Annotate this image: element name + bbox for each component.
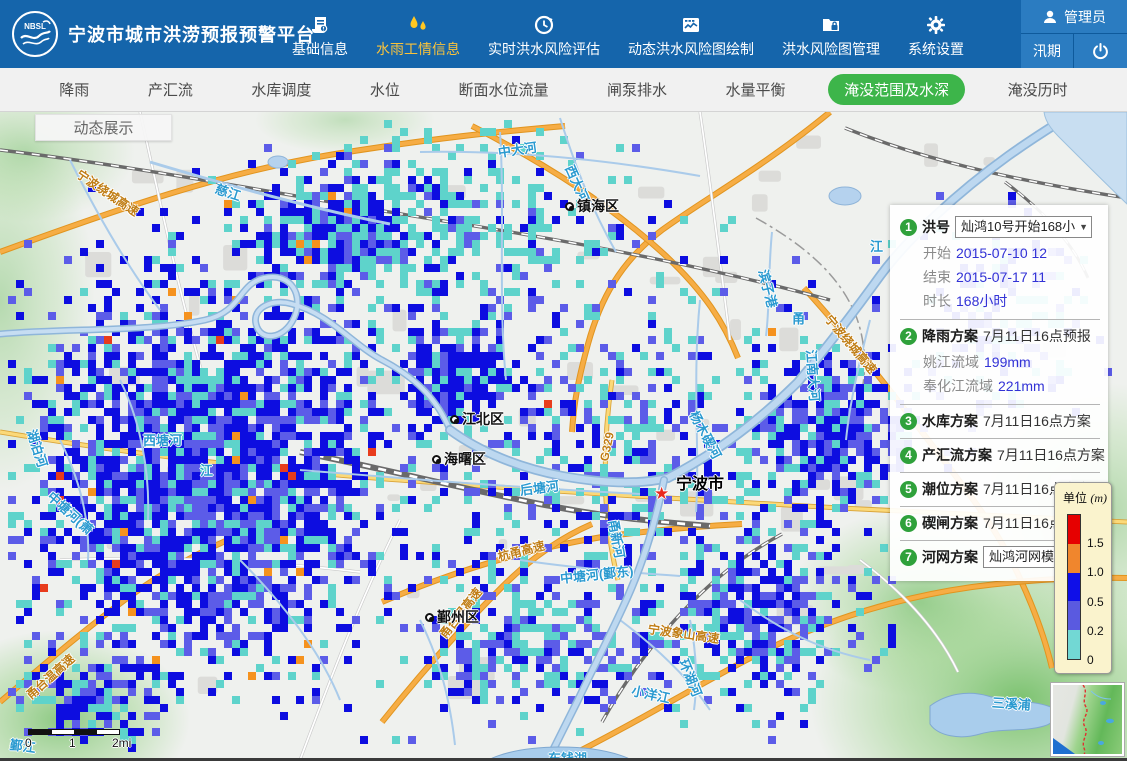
nav-label: 洪水风险图管理 bbox=[782, 39, 880, 59]
tab-water-balance[interactable]: 水量平衡 bbox=[710, 74, 802, 105]
minimap-collapse-button[interactable] bbox=[1053, 738, 1075, 754]
step-badge: 2 bbox=[900, 328, 917, 345]
user-label: 管理员 bbox=[1064, 7, 1106, 27]
app-header: NBSL 宁波市城市洪涝预报预警平台 基础信息 水雨工情信息 实时洪水风险评 bbox=[0, 0, 1127, 68]
map-canvas[interactable]: 中大河西大河慈江滨子港江甬江南大河湖泊河中塘河(萧西塘河江后塘河甬新河杨木碶河中… bbox=[0, 112, 1127, 761]
flood-season-button[interactable]: 汛期 bbox=[1021, 34, 1073, 68]
tab-section-stage-flow[interactable]: 断面水位流量 bbox=[442, 74, 564, 105]
minimap-boundary bbox=[1083, 685, 1087, 756]
folder-lock-icon bbox=[821, 13, 841, 35]
map-scale-bar: 0 1 2mi bbox=[28, 729, 120, 749]
chevron-down-icon: ▼ bbox=[1079, 216, 1088, 238]
app-logo: NBSL bbox=[12, 11, 58, 57]
river-label: 三溪浦 bbox=[991, 692, 1031, 714]
header-right-controls: 管理员 汛期 bbox=[1021, 0, 1127, 68]
clock-icon bbox=[534, 13, 554, 35]
fenghuajiang-rainfall-row: 奉化江流域221mm bbox=[923, 374, 1100, 398]
end-time-row: 结束2015-07-17 11 bbox=[923, 265, 1100, 289]
nav-label: 水雨工情信息 bbox=[376, 39, 460, 59]
tab-reservoir-dispatch[interactable]: 水库调度 bbox=[235, 74, 327, 105]
city-label: 宁波市 bbox=[676, 470, 724, 494]
district-marker-icon bbox=[450, 415, 459, 424]
legend-color-bar bbox=[1067, 514, 1081, 660]
scale-label-2: 2mi bbox=[112, 736, 131, 750]
step-badge: 7 bbox=[900, 549, 917, 566]
district-label: 江北区 bbox=[450, 409, 504, 429]
step-badge: 5 bbox=[900, 481, 917, 498]
power-icon bbox=[1092, 43, 1109, 60]
tab-rainfall[interactable]: 降雨 bbox=[43, 74, 105, 105]
step-badge: 3 bbox=[900, 413, 917, 430]
flood-number-select[interactable]: 灿鸿10号开始168小▼ bbox=[955, 216, 1092, 238]
city-star-icon: ★ bbox=[654, 484, 669, 504]
scale-label-1: 1 bbox=[69, 736, 76, 750]
start-time-row: 开始2015-07-10 12 bbox=[923, 241, 1100, 265]
river-label: 江 bbox=[200, 460, 213, 479]
chart-window-icon bbox=[681, 13, 701, 35]
brand: NBSL 宁波市城市洪涝预报预警平台 bbox=[0, 11, 278, 57]
legend-title: 单位 (m) bbox=[1063, 489, 1111, 506]
logo-text: NBSL bbox=[24, 22, 46, 31]
district-marker-icon bbox=[432, 455, 441, 464]
logout-button[interactable] bbox=[1074, 34, 1127, 68]
tab-inundation-extent-depth[interactable]: 淹没范围及水深 bbox=[828, 74, 965, 105]
nav-dynamic-flood-map[interactable]: 动态洪水风险图绘制 bbox=[628, 13, 754, 59]
nav-label: 系统设置 bbox=[908, 39, 964, 59]
nav-label: 实时洪水风险评估 bbox=[488, 39, 600, 59]
district-marker-icon bbox=[425, 613, 434, 622]
district-label: 鄞州区 bbox=[425, 607, 479, 627]
scale-label-0: 0 bbox=[25, 736, 32, 750]
step-badge: 6 bbox=[900, 515, 917, 532]
tab-gate-pump-drainage[interactable]: 闸泵排水 bbox=[591, 74, 683, 105]
river-label: 江 bbox=[870, 236, 883, 255]
document-icon bbox=[310, 13, 330, 35]
district-label: 镇海区 bbox=[565, 196, 619, 216]
tab-runoff[interactable]: 产汇流 bbox=[132, 74, 209, 105]
yaojiang-rainfall-row: 姚江流域199mm bbox=[923, 350, 1100, 374]
district-label: 海曙区 bbox=[432, 449, 486, 469]
duration-row: 时长168小时 bbox=[923, 289, 1100, 313]
depth-legend: 单位 (m) 1.51.00.50.20 bbox=[1054, 482, 1112, 674]
legend-tick-labels: 1.51.00.50.20 bbox=[1087, 514, 1117, 660]
nav-label: 基础信息 bbox=[292, 39, 348, 59]
user-icon bbox=[1042, 9, 1058, 25]
nav-basic-info[interactable]: 基础信息 bbox=[292, 13, 348, 59]
tab-inundation-duration[interactable]: 淹没历时 bbox=[992, 74, 1084, 105]
river-label: 甬 bbox=[792, 308, 805, 327]
top-navigation: 基础信息 水雨工情信息 实时洪水风险评估 动态洪水风险图绘制 洪水风险图管理 bbox=[278, 0, 978, 68]
overview-mini-map[interactable] bbox=[1051, 683, 1124, 756]
district-marker-icon bbox=[565, 202, 574, 211]
dynamic-display-button[interactable]: 动态展示 bbox=[35, 114, 172, 141]
nav-realtime-flood-risk[interactable]: 实时洪水风险评估 bbox=[488, 13, 600, 59]
nav-water-rain-info[interactable]: 水雨工情信息 bbox=[376, 13, 460, 59]
raindrops-icon bbox=[407, 13, 429, 35]
nav-system-settings[interactable]: 系统设置 bbox=[908, 13, 964, 59]
tab-water-level[interactable]: 水位 bbox=[354, 74, 416, 105]
step-badge: 4 bbox=[900, 447, 917, 464]
river-label: 西塘河 bbox=[143, 430, 182, 449]
nav-label: 动态洪水风险图绘制 bbox=[628, 39, 754, 59]
sub-navigation: 降雨 产汇流 水库调度 水位 断面水位流量 闸泵排水 水量平衡 淹没范围及水深 … bbox=[0, 68, 1127, 112]
nav-flood-map-management[interactable]: 洪水风险图管理 bbox=[782, 13, 880, 59]
user-button[interactable]: 管理员 bbox=[1021, 0, 1127, 33]
step-badge: 1 bbox=[900, 219, 917, 236]
gear-icon bbox=[926, 13, 946, 35]
river-label: 江南大河 bbox=[803, 349, 826, 402]
